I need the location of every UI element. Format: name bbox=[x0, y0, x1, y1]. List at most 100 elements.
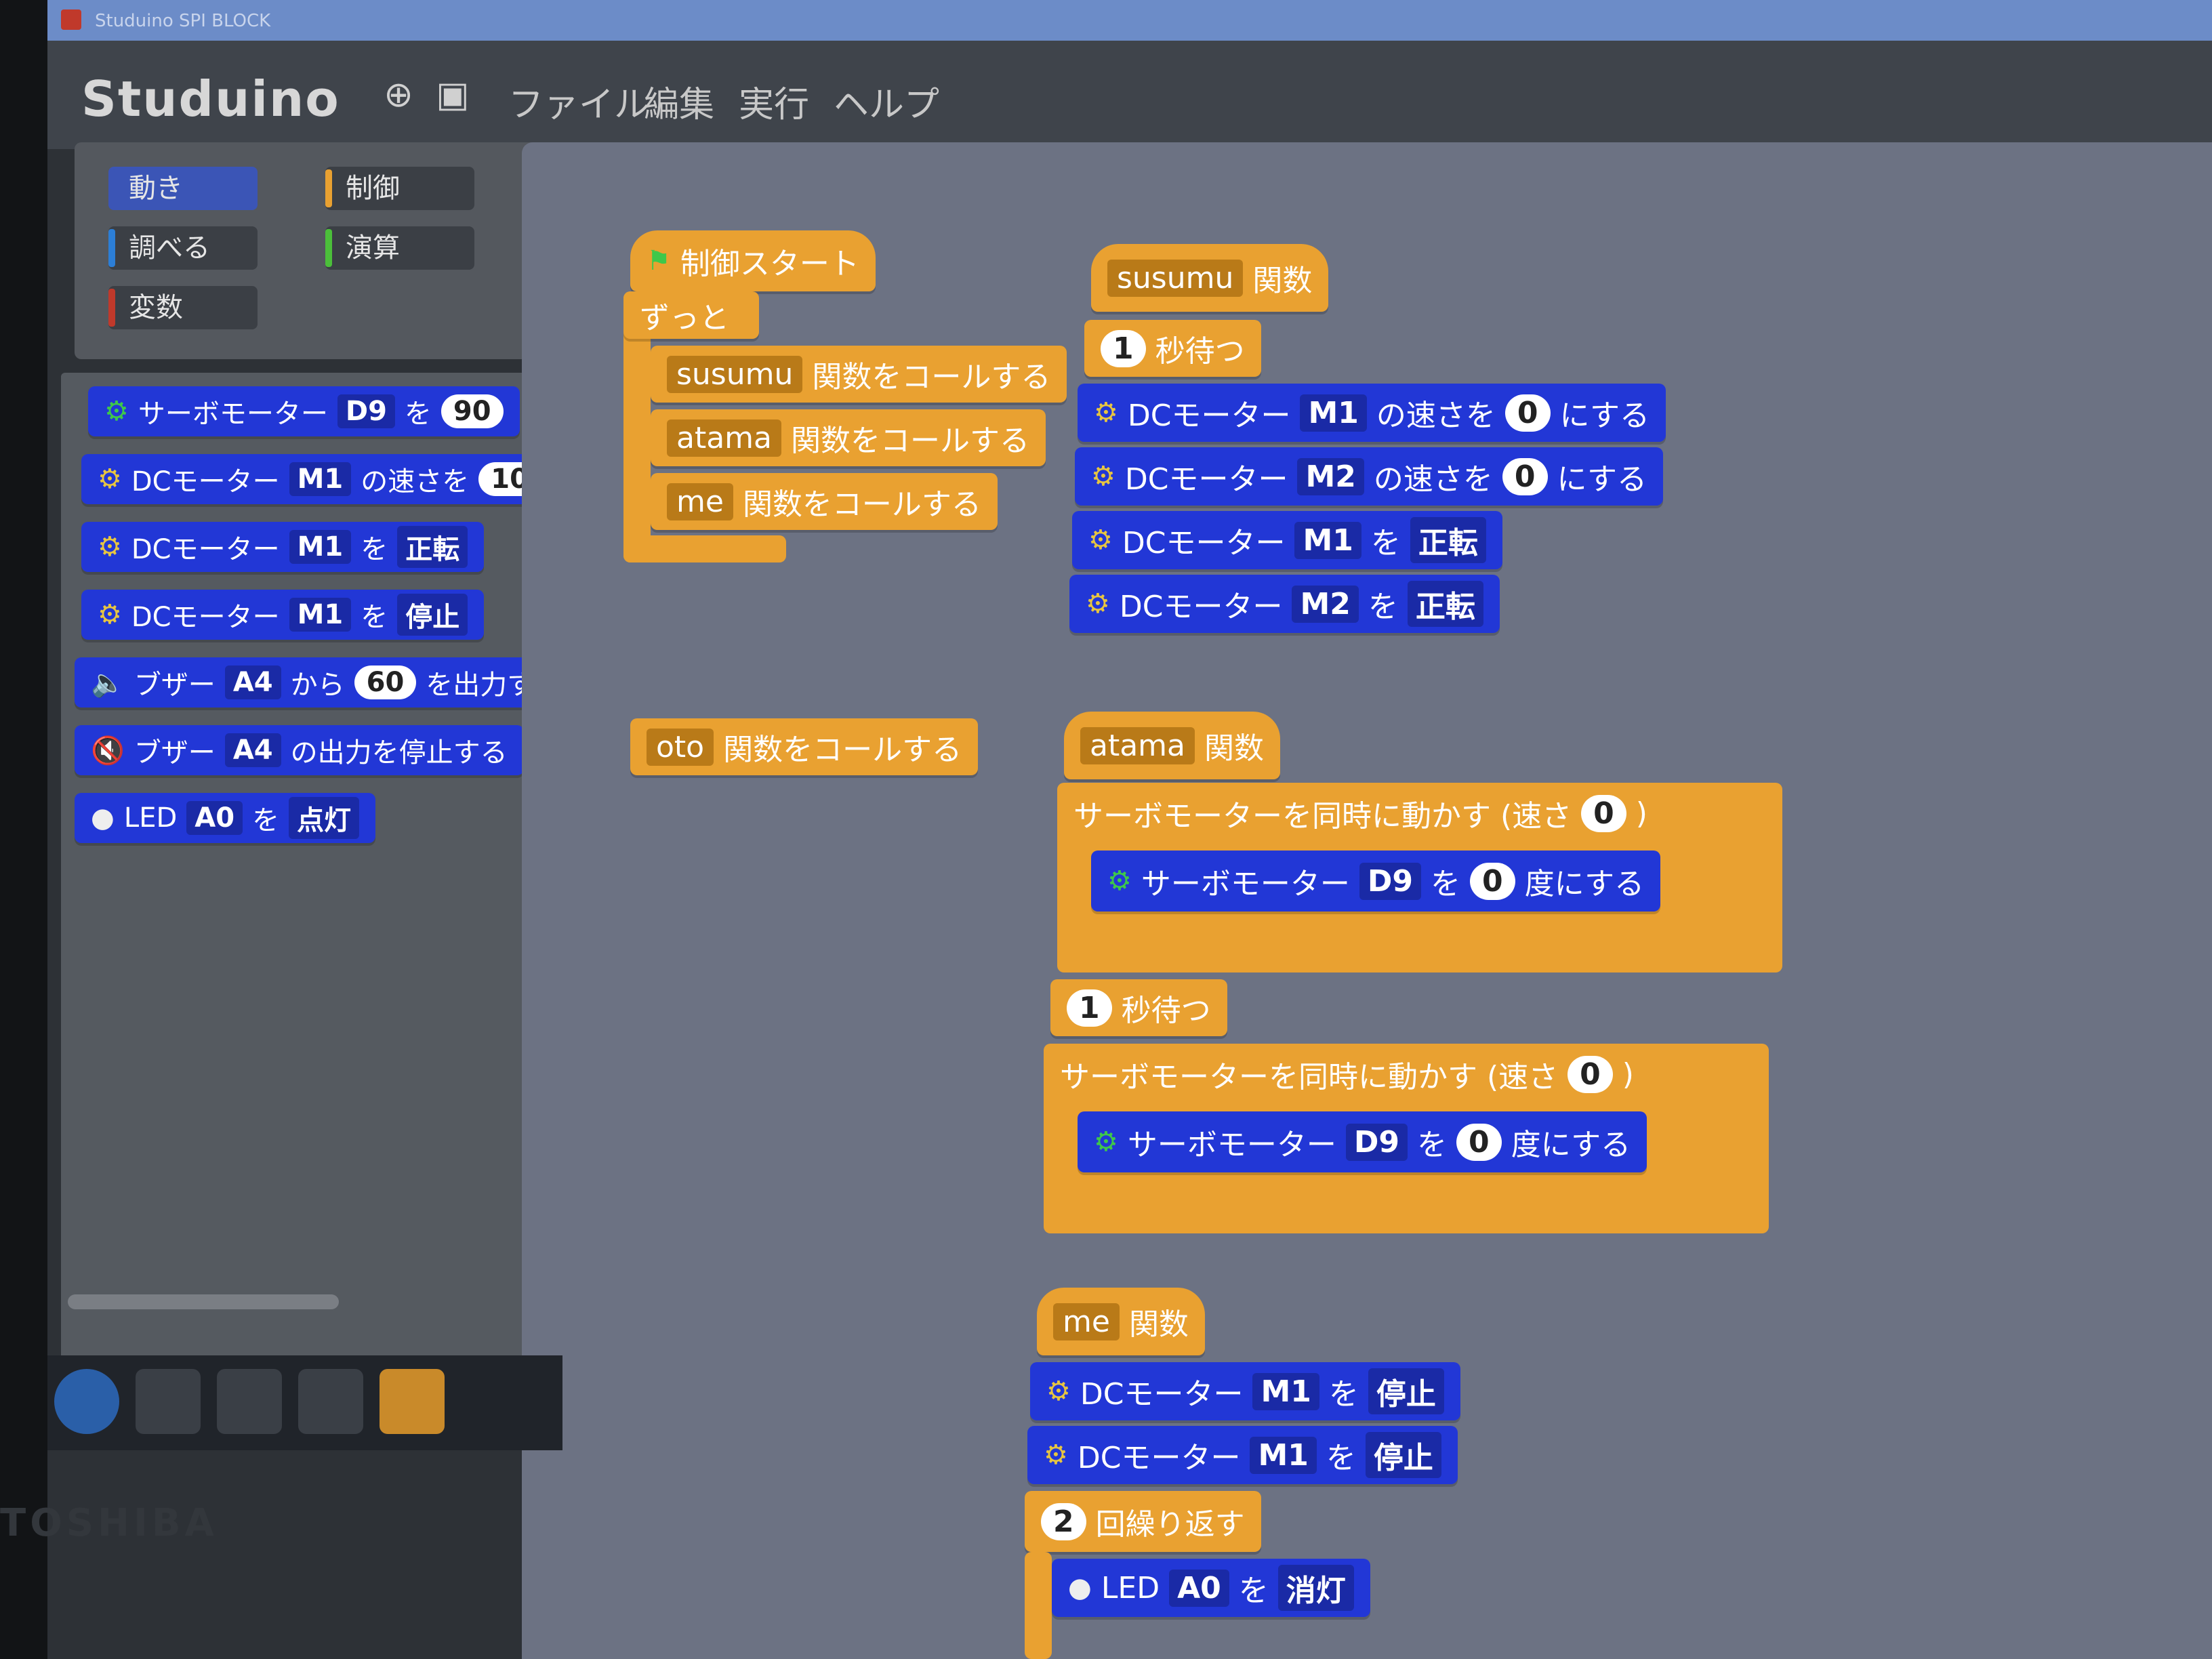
action-dropdown[interactable]: 停止 bbox=[1365, 1432, 1441, 1478]
menu-file[interactable]: ファイル bbox=[508, 76, 649, 127]
dc-forward-block[interactable]: ⚙ DCモーター M1 を 正転 bbox=[1072, 511, 1502, 569]
action-dropdown[interactable]: 正転 bbox=[397, 526, 468, 568]
repeat-block[interactable]: 2 回繰り返す bbox=[1025, 1491, 1261, 1552]
palette-buzzer-block[interactable]: 🔈 ブザー A4 から 60 を出力す bbox=[75, 657, 551, 708]
action-dropdown[interactable]: 消灯 bbox=[1277, 1565, 1354, 1611]
globe-icon[interactable]: ⊕ bbox=[380, 76, 417, 114]
angle-stepper[interactable]: 0 bbox=[1456, 1123, 1502, 1161]
function-name-dropdown[interactable]: me bbox=[1053, 1303, 1120, 1340]
port-dropdown[interactable]: M1 bbox=[1300, 394, 1367, 432]
port-dropdown[interactable]: D9 bbox=[1359, 862, 1421, 900]
action-dropdown[interactable]: 停止 bbox=[397, 594, 468, 636]
dc-speed-block[interactable]: ⚙ DCモーター M2 の速さを 0 にする bbox=[1075, 447, 1663, 506]
browser-icon[interactable] bbox=[136, 1369, 201, 1434]
block-label: DCモーター bbox=[1080, 1377, 1244, 1412]
folder-icon[interactable] bbox=[217, 1369, 282, 1434]
action-dropdown[interactable]: 正転 bbox=[1407, 581, 1483, 627]
block-text: 度にする bbox=[1524, 867, 1645, 901]
port-dropdown[interactable]: M1 bbox=[289, 530, 352, 564]
port-dropdown[interactable]: A4 bbox=[224, 665, 281, 699]
angle-input[interactable]: 90 bbox=[441, 394, 504, 428]
servo-sync-header: サーボモーターを同時に動かす (速さ 0 ) bbox=[1057, 783, 1664, 844]
angle-stepper[interactable]: 0 bbox=[1470, 862, 1515, 900]
port-dropdown[interactable]: M1 bbox=[289, 598, 352, 632]
palette-buzzer-stop-block[interactable]: 🔇 ブザー A4 の出力を停止する bbox=[75, 725, 524, 775]
wait-block[interactable]: 1 秒待つ bbox=[1084, 320, 1261, 377]
wait-input[interactable]: 1 bbox=[1067, 989, 1112, 1027]
susumu-function-hat[interactable]: susumu 関数 bbox=[1091, 244, 1329, 312]
category-label: 変数 bbox=[129, 292, 183, 323]
block-text: の速さを bbox=[361, 466, 470, 497]
action-dropdown[interactable]: 正転 bbox=[1410, 517, 1486, 563]
wait-block[interactable]: 1 秒待つ bbox=[1050, 979, 1227, 1036]
function-dropdown[interactable]: atama bbox=[667, 419, 782, 457]
category-sensing[interactable]: 調べる bbox=[108, 226, 258, 270]
forever-block[interactable]: ずっと bbox=[623, 291, 759, 339]
script-area[interactable]: ⚑ 制御スタート ずっと susumu 関数をコールする atama 関数をコー… bbox=[522, 142, 2212, 1659]
port-dropdown[interactable]: M1 bbox=[1294, 521, 1361, 559]
menu-run[interactable]: 実行 bbox=[739, 76, 809, 127]
category-variables[interactable]: 変数 bbox=[108, 286, 258, 329]
dc-stop-block[interactable]: ⚙ DCモーター M1 を 停止 bbox=[1030, 1362, 1460, 1420]
servo-angle-block[interactable]: ⚙ サーボモーター D9 を 0 度にする bbox=[1091, 851, 1661, 912]
block-text: を bbox=[361, 534, 388, 565]
action-dropdown[interactable]: 停止 bbox=[1368, 1368, 1444, 1414]
function-name-dropdown[interactable]: susumu bbox=[1107, 259, 1244, 297]
speed-stepper[interactable]: 0 bbox=[1568, 1055, 1613, 1093]
block-label: 関数 bbox=[1204, 731, 1265, 766]
servo-angle-block[interactable]: ⚙ サーボモーター D9 を 0 度にする bbox=[1078, 1111, 1647, 1172]
function-dropdown[interactable]: susumu bbox=[667, 355, 803, 393]
studuino-app-icon[interactable] bbox=[380, 1369, 445, 1434]
palette-dc-stop-block[interactable]: ⚙ DCモーター M1 を 停止 bbox=[81, 590, 485, 640]
port-dropdown[interactable]: A0 bbox=[186, 801, 243, 835]
menu-help[interactable]: ヘルプ bbox=[834, 76, 939, 127]
dc-speed-block[interactable]: ⚙ DCモーター M1 の速さを 0 にする bbox=[1078, 384, 1666, 442]
port-dropdown[interactable]: A0 bbox=[1169, 1569, 1229, 1607]
save-icon[interactable]: ▣ bbox=[434, 76, 472, 114]
function-dropdown[interactable]: me bbox=[667, 483, 733, 520]
category-operators[interactable]: 演算 bbox=[325, 226, 474, 270]
port-dropdown[interactable]: D9 bbox=[337, 394, 395, 428]
servo-icon: ⚙ bbox=[1094, 1126, 1118, 1158]
action-dropdown[interactable]: 点灯 bbox=[289, 797, 360, 839]
call-atama-block[interactable]: atama 関数をコールする bbox=[651, 409, 1046, 466]
function-dropdown[interactable]: oto bbox=[647, 728, 714, 766]
palette-servo-block[interactable]: ⚙ サーボモーター D9 を 90 bbox=[88, 386, 520, 436]
category-panel: 動き 制御 調べる 演算 変数 bbox=[75, 142, 542, 359]
port-dropdown[interactable]: D9 bbox=[1345, 1123, 1408, 1161]
me-function-hat[interactable]: me 関数 bbox=[1037, 1288, 1205, 1355]
category-control[interactable]: 制御 bbox=[325, 167, 474, 210]
port-dropdown[interactable]: M2 bbox=[1297, 457, 1364, 495]
repeat-count-input[interactable]: 2 bbox=[1041, 1502, 1086, 1540]
port-dropdown[interactable]: M2 bbox=[1292, 585, 1359, 623]
function-name-dropdown[interactable]: atama bbox=[1080, 726, 1195, 764]
port-dropdown[interactable]: M1 bbox=[289, 462, 352, 496]
menu-edit[interactable]: 編集 bbox=[644, 76, 714, 127]
dc-stop-block[interactable]: ⚙ DCモーター M1 を 停止 bbox=[1027, 1426, 1458, 1484]
palette-dc-forward-block[interactable]: ⚙ DCモーター M1 を 正転 bbox=[81, 522, 485, 572]
media-player-icon[interactable] bbox=[298, 1369, 363, 1434]
led-off-block[interactable]: ● LED A0 を 消灯 bbox=[1052, 1559, 1370, 1617]
call-me-block[interactable]: me 関数をコールする bbox=[651, 473, 998, 530]
dc-forward-block[interactable]: ⚙ DCモーター M2 を 正転 bbox=[1069, 575, 1500, 633]
port-dropdown[interactable]: M1 bbox=[1252, 1372, 1319, 1410]
port-dropdown[interactable]: M1 bbox=[1250, 1436, 1317, 1474]
call-susumu-block[interactable]: susumu 関数をコールする bbox=[651, 346, 1067, 403]
speed-stepper[interactable]: 0 bbox=[1581, 794, 1626, 832]
category-label: 制御 bbox=[346, 173, 400, 204]
speed-input[interactable]: 0 bbox=[1502, 457, 1548, 495]
green-flag-icon: ⚑ bbox=[647, 245, 671, 276]
port-dropdown[interactable]: A4 bbox=[224, 733, 281, 767]
palette-scrollbar[interactable] bbox=[68, 1294, 339, 1309]
atama-function-hat[interactable]: atama 関数 bbox=[1064, 712, 1281, 779]
category-motion[interactable]: 動き bbox=[108, 167, 258, 210]
palette-dc-speed-block[interactable]: ⚙ DCモーター M1 の速さを 100 bbox=[81, 454, 576, 504]
palette-led-block[interactable]: ● LED A0 を 点灯 bbox=[75, 793, 376, 843]
category-swatch bbox=[108, 229, 115, 267]
speed-input[interactable]: 0 bbox=[1504, 394, 1551, 432]
call-oto-block[interactable]: oto 関数をコールする bbox=[630, 718, 979, 775]
start-hat-block[interactable]: ⚑ 制御スタート bbox=[630, 230, 876, 291]
tone-dropdown[interactable]: 60 bbox=[354, 665, 417, 699]
start-orb-icon[interactable] bbox=[54, 1369, 119, 1434]
wait-input[interactable]: 1 bbox=[1101, 329, 1146, 367]
